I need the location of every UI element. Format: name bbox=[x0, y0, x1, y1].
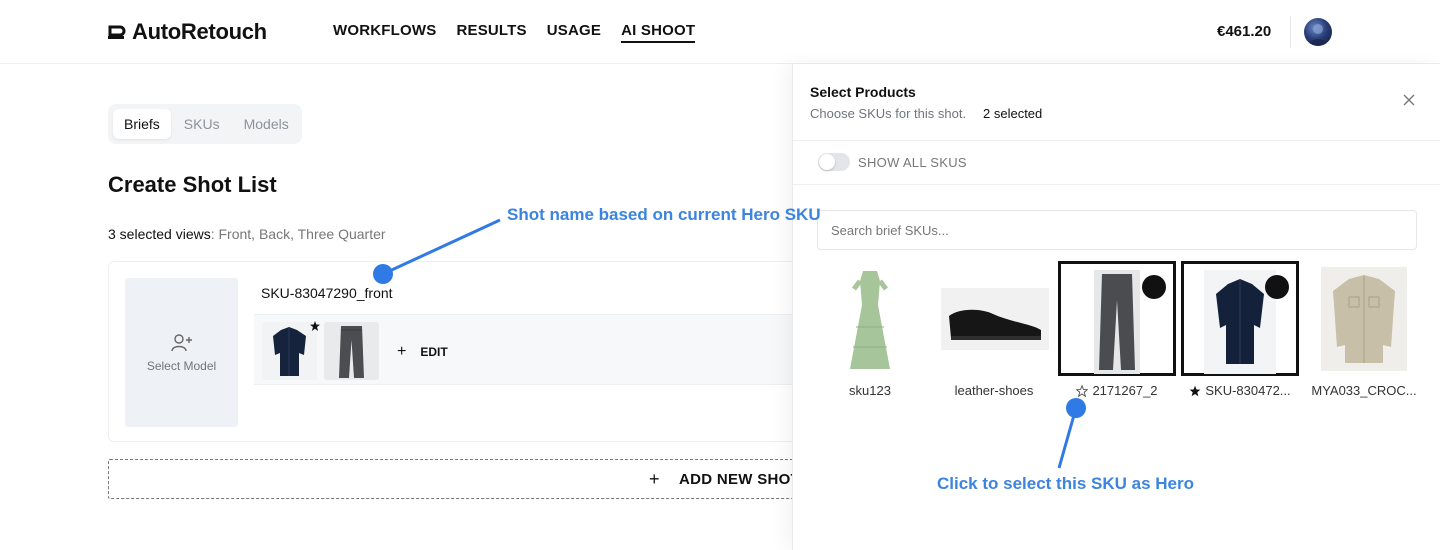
sku-name: sku123 bbox=[849, 383, 891, 398]
annotation-dot-bottom bbox=[1066, 398, 1086, 418]
sku-card-2171267-2[interactable]: 2171267_2 bbox=[1058, 261, 1176, 399]
sku-name: SKU-830472... bbox=[1205, 383, 1291, 398]
close-icon[interactable] bbox=[1401, 92, 1417, 108]
sku-image bbox=[834, 267, 906, 371]
edit-skus-button[interactable]: + EDIT bbox=[397, 343, 448, 361]
sku-search-input[interactable] bbox=[817, 210, 1417, 250]
sku-name: 2171267_2 bbox=[1092, 383, 1158, 398]
annotation-dot-top bbox=[373, 264, 393, 284]
selected-views: 3 selected views: Front, Back, Three Qua… bbox=[108, 226, 386, 242]
show-all-skus-toggle[interactable] bbox=[818, 153, 850, 171]
sku-label: 2171267_2 bbox=[1058, 383, 1176, 398]
sku-label: SKU-830472... bbox=[1181, 383, 1299, 398]
sku-card-sku123[interactable]: sku123 bbox=[811, 261, 929, 399]
views-list: : Front, Back, Three Quarter bbox=[210, 226, 386, 242]
account-balance: €461.20 bbox=[1217, 23, 1272, 40]
edit-label: EDIT bbox=[420, 345, 448, 359]
shot-name[interactable]: SKU-83047290_front bbox=[261, 285, 393, 301]
black-shoe-icon bbox=[941, 288, 1049, 350]
sku-label: leather-shoes bbox=[935, 383, 1053, 398]
avatar-image-icon bbox=[1308, 24, 1328, 46]
autoretouch-logo-icon bbox=[108, 25, 126, 39]
annotation-hero-select: Click to select this SKU as Hero bbox=[937, 474, 1194, 493]
select-model-label: Select Model bbox=[146, 358, 217, 373]
views-count: 3 selected views bbox=[108, 226, 211, 242]
selected-indicator bbox=[1142, 275, 1166, 299]
sku-frame bbox=[811, 261, 929, 376]
selected-count: 2 selected bbox=[983, 106, 1043, 121]
nav-ai-shoot[interactable]: AI SHOOT bbox=[621, 22, 696, 43]
shot-sku-thumb-shirt[interactable] bbox=[262, 322, 317, 380]
shot-sku-strip: + EDIT bbox=[254, 314, 809, 385]
panel-title: Select Products bbox=[810, 84, 916, 100]
panel-divider bbox=[793, 184, 1440, 185]
brand-logo[interactable]: AutoRetouch bbox=[108, 19, 267, 45]
tab-models[interactable]: Models bbox=[233, 109, 300, 139]
add-user-icon bbox=[170, 333, 192, 351]
sku-name: MYA033_CROC... bbox=[1311, 383, 1417, 398]
nav-workflows[interactable]: WORKFLOWS bbox=[333, 22, 436, 43]
hero-star-filled-icon[interactable] bbox=[1189, 385, 1201, 397]
top-bar: AutoRetouch WORKFLOWS RESULTS USAGE AI S… bbox=[0, 0, 1440, 64]
add-new-shot-button[interactable]: + ADD NEW SHOT bbox=[108, 459, 808, 499]
header-divider bbox=[1290, 16, 1291, 48]
tab-skus[interactable]: SKUs bbox=[173, 109, 231, 139]
show-all-skus-label: SHOW ALL SKUS bbox=[858, 155, 967, 170]
panel-divider bbox=[793, 140, 1440, 141]
navy-shirt-icon bbox=[262, 322, 317, 380]
plus-icon: + bbox=[397, 343, 407, 360]
green-dress-icon bbox=[834, 267, 906, 371]
shot-sku-thumb-jeans[interactable] bbox=[324, 322, 379, 380]
sku-card-mya033[interactable]: MYA033_CROC... bbox=[1305, 261, 1423, 399]
user-avatar[interactable] bbox=[1304, 18, 1332, 46]
main-nav: WORKFLOWS RESULTS USAGE AI SHOOT bbox=[333, 22, 696, 43]
sku-image bbox=[1094, 270, 1140, 374]
sku-frame bbox=[1305, 261, 1423, 376]
sku-frame-selected bbox=[1058, 261, 1176, 376]
annotation-shot-name: Shot name based on current Hero SKU bbox=[507, 205, 821, 224]
shot-card: Select Model SKU-83047290_front + EDIT bbox=[108, 261, 809, 442]
hero-star-outline-icon[interactable] bbox=[1076, 384, 1089, 397]
hero-star-filled-icon bbox=[310, 321, 320, 331]
sku-name: leather-shoes bbox=[954, 383, 1034, 398]
plus-icon: + bbox=[649, 469, 660, 489]
panel-subtitle: Choose SKUs for this shot. bbox=[810, 106, 967, 121]
sku-card-sku-830472[interactable]: SKU-830472... bbox=[1181, 261, 1299, 399]
grey-jeans-icon bbox=[1094, 270, 1140, 374]
selected-indicator bbox=[1265, 275, 1289, 299]
nav-usage[interactable]: USAGE bbox=[547, 22, 601, 43]
grey-jeans-icon bbox=[324, 322, 379, 380]
brand-name: AutoRetouch bbox=[132, 19, 267, 44]
beige-jacket-icon bbox=[1321, 267, 1407, 371]
sku-label: MYA033_CROC... bbox=[1305, 383, 1423, 398]
tab-briefs[interactable]: Briefs bbox=[113, 109, 171, 139]
sku-frame bbox=[935, 261, 1053, 376]
page-title: Create Shot List bbox=[108, 172, 277, 197]
sku-label: sku123 bbox=[811, 383, 929, 398]
brief-tabs: Briefs SKUs Models bbox=[108, 104, 302, 144]
nav-results[interactable]: RESULTS bbox=[456, 22, 526, 43]
add-new-shot-label: ADD NEW SHOT bbox=[679, 471, 801, 488]
select-model-button[interactable]: Select Model bbox=[125, 278, 238, 427]
sku-image bbox=[1321, 267, 1407, 371]
sku-card-leather-shoes[interactable]: leather-shoes bbox=[935, 261, 1053, 399]
sku-frame-selected bbox=[1181, 261, 1299, 376]
